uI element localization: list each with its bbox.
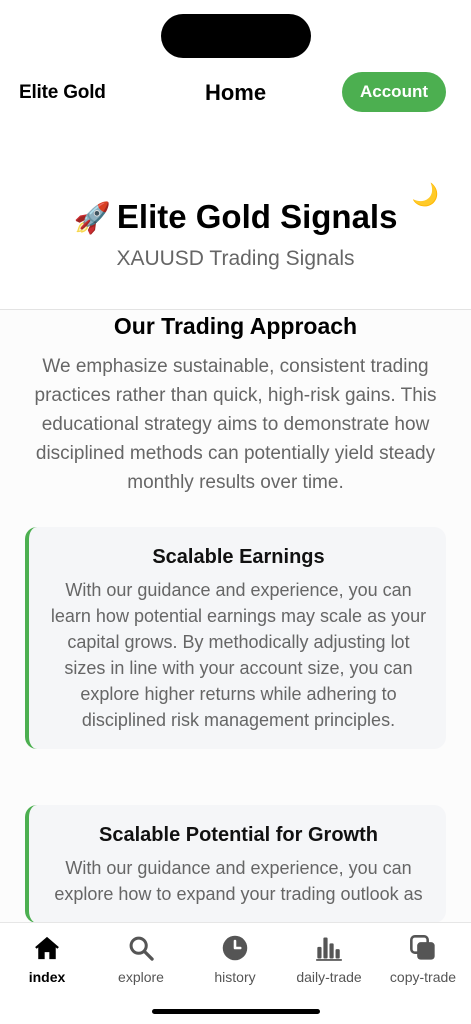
hero-header: 🌙 🚀 Elite Gold Signals XAUUSD Trading Sig… [0,180,471,310]
rocket-icon: 🚀 [73,202,111,235]
tab-explore[interactable]: explore [94,933,188,985]
tab-copy-trade[interactable]: copy-trade [376,933,470,985]
feature-card: Scalable Potential for Growth With our g… [25,805,446,922]
hero-subtitle: XAUUSD Trading Signals [116,247,355,270]
home-indicator [152,1009,320,1014]
card-text: With our guidance and experience, you ca… [50,580,427,730]
tab-index[interactable]: index [0,933,94,985]
home-icon [0,933,94,963]
card-text: With our guidance and experience, you ca… [54,858,423,904]
tab-label: index [28,969,66,985]
card-title: Scalable Earnings [152,546,325,568]
tab-bar: index explore history daily-trade copy-t… [0,922,471,1024]
tab-label: copy-trade [389,969,457,985]
tab-label: explore [118,969,164,985]
scroll-content[interactable]: Our Trading Approach We emphasize sustai… [0,310,471,922]
top-bar: Elite Gold Home Account [0,70,471,116]
feature-card: Scalable Earnings With our guidance and … [25,527,446,749]
section-title: Our Trading Approach [113,313,358,339]
hero-title: 🚀 Elite Gold Signals [0,198,471,236]
tab-history[interactable]: history [188,933,282,985]
copy-icon [376,933,470,963]
brand-name: Elite Gold [19,82,106,103]
tab-label: history [214,969,256,985]
clock-icon [188,933,282,963]
hero-title-text: Elite Gold Signals [116,198,398,235]
dynamic-island [161,14,311,58]
tab-label: daily-trade [296,969,362,985]
bar-chart-icon [282,933,376,963]
section-text: We emphasize sustainable, consistent tra… [34,356,437,493]
search-icon [94,933,188,963]
tab-daily-trade[interactable]: daily-trade [282,933,376,985]
card-title: Scalable Potential for Growth [99,824,378,846]
account-button[interactable]: Account [342,72,446,112]
